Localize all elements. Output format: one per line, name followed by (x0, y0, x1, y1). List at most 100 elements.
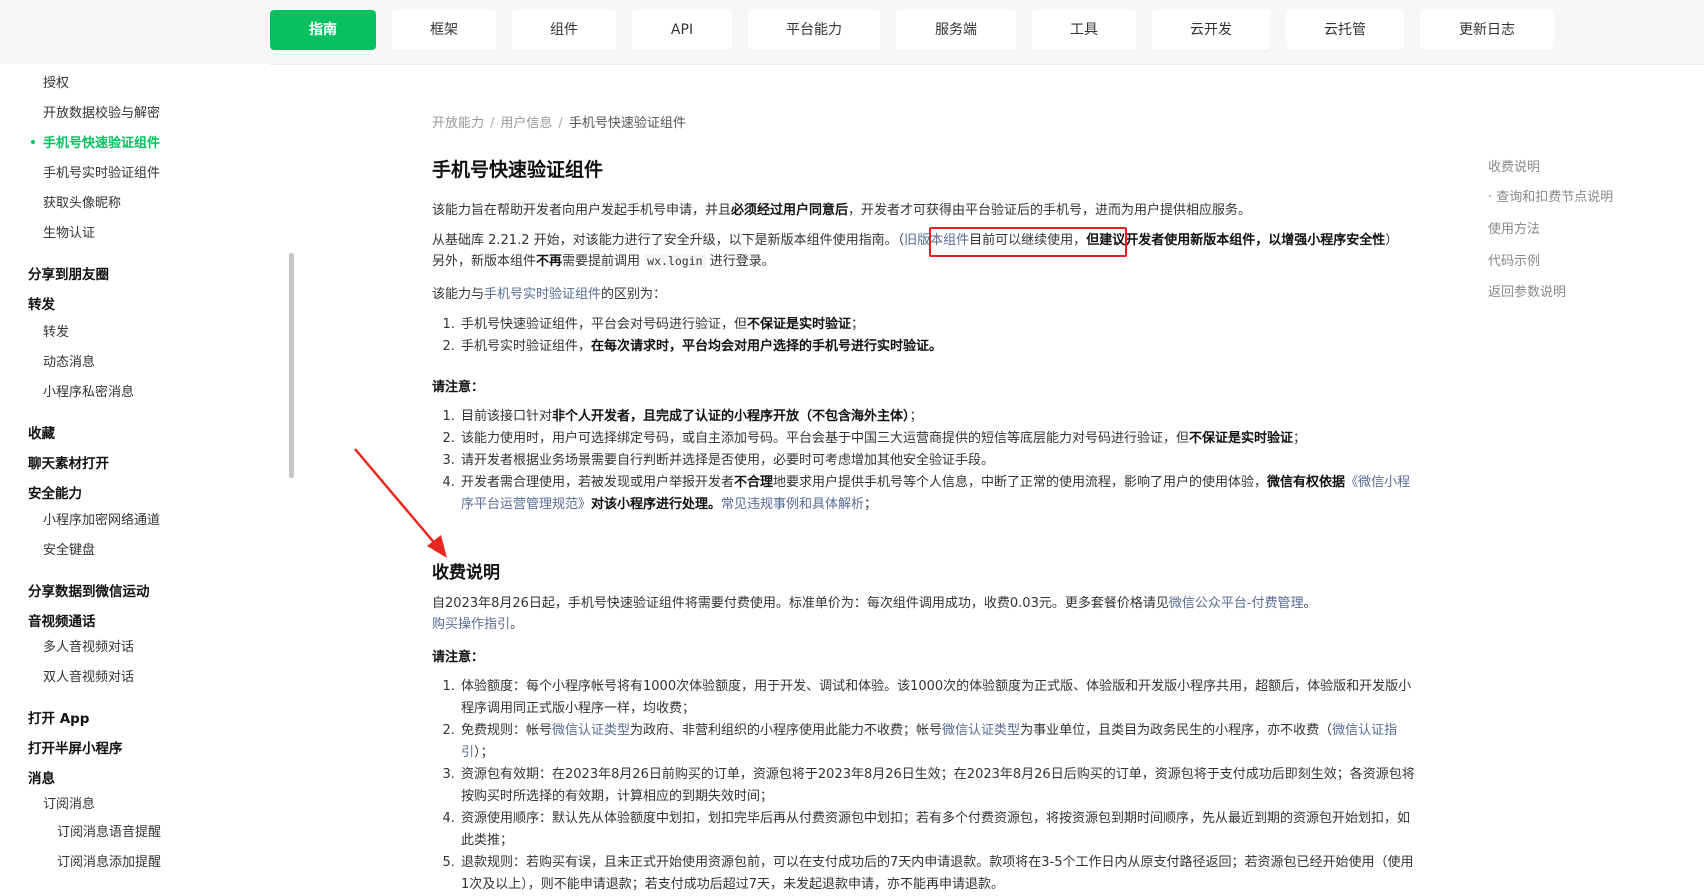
list-item: 请开发者根据业务场景需要自行判断并选择是否使用，必要时可考虑增加其他安全验证手段… (459, 450, 1419, 472)
breadcrumb-separator: / (558, 116, 563, 131)
sidebar-item-chat-material[interactable]: 聊天素材打开 (28, 452, 109, 472)
nav-tab-guide[interactable]: 指南 (270, 10, 376, 50)
list-item: 该能力使用时，用户可选择绑定号码，或自主添加号码。平台会基于中国三大运营商提供的… (459, 428, 1419, 450)
list-item: 体验额度：每个小程序帐号将有1000次体验额度，用于开发、调试和体验。该1000… (459, 676, 1419, 720)
text: 请开发者根据业务场景需要自行判断并选择是否使用，必要时可考虑增加其他安全验证手段… (461, 453, 995, 468)
sidebar-item-phone-realtime-verify[interactable]: 手机号实时验证组件 (43, 162, 160, 181)
toc-item-code-example[interactable]: 代码示例 (1488, 250, 1540, 269)
text: 。 (510, 617, 524, 632)
toc-item-usage[interactable]: 使用方法 (1488, 218, 1540, 237)
sidebar-item-subscribe-voice[interactable]: 订阅消息语音提醒 (57, 821, 161, 840)
sidebar-item-secure-keyboard[interactable]: 安全键盘 (43, 539, 95, 558)
intro-paragraph: 该能力旨在帮助开发者向用户发起手机号申请，并且必须经过用户同意后，开发者才可获得… (432, 200, 1392, 221)
fee-section-title: 收费说明 (432, 563, 500, 583)
text: 从基础库 2.21.2 开始，对该能力进行了安全升级，以下是新版本组件使用指南。 (432, 233, 898, 248)
toc-item-return-params[interactable]: 返回参数说明 (1488, 281, 1566, 300)
text-bold: 不再 (536, 254, 563, 269)
text-bold: 非个人开发者，且完成了认证的小程序开放（不包含海外主体） (552, 409, 910, 424)
breadcrumb-current: 手机号快速验证组件 (568, 116, 686, 131)
violation-examples-link[interactable]: 常见违规事例和具体解析 (721, 497, 864, 512)
text-bold: 不保证是实时验证 (747, 317, 852, 332)
sidebar-item-avatar-nickname[interactable]: 获取头像昵称 (43, 192, 121, 211)
text: 的区别为： (601, 287, 667, 302)
sidebar-item-encrypted-channel[interactable]: 小程序加密网络通道 (43, 509, 160, 528)
text: 免费规则：帐号 (461, 723, 553, 738)
text-bold: 不保证是实时验证 (1189, 431, 1294, 446)
nav-tab-framework[interactable]: 框架 (392, 10, 496, 50)
text-bold: 必须经过用户同意后 (731, 203, 849, 218)
sidebar-item-authorize[interactable]: 授权 (43, 72, 69, 91)
breadcrumb-link[interactable]: 用户信息 (500, 116, 552, 131)
sidebar-scrollbar[interactable] (289, 253, 294, 478)
text-bold: 在每次请求时，平台均会对用户选择的手机号进行实时验证。 (591, 339, 943, 354)
sidebar-item-security[interactable]: 安全能力 (28, 482, 82, 502)
text: 退款规则：若购买有误，且未正式开始使用资源包前，可以在支付成功后的7天内申请退款… (461, 855, 1414, 892)
list-item: 开发者需合理使用，若被发现或用户举报开发者不合理地要求用户提供手机号等个人信息，… (459, 472, 1419, 516)
payment-management-link[interactable]: 微信公众平台-付费管理 (1169, 596, 1304, 611)
sidebar-item-werun[interactable]: 分享数据到微信运动 (28, 580, 150, 600)
breadcrumb-link[interactable]: 开放能力 (432, 116, 484, 131)
toc-item-fee-nodes[interactable]: · 查询和扣费节点说明 (1488, 186, 1613, 205)
nav-tab-changelog[interactable]: 更新日志 (1420, 10, 1554, 50)
active-dot-icon (31, 140, 35, 144)
sidebar-item-favorites[interactable]: 收藏 (28, 422, 55, 442)
text-bold: 不合理 (734, 475, 774, 490)
text: 为事业单位，且类目为政务民生的小程序，亦不收费（ (1020, 723, 1333, 738)
nav-tab-components[interactable]: 组件 (512, 10, 616, 50)
nav-tab-server[interactable]: 服务端 (896, 10, 1016, 50)
list-item: 免费规则：帐号微信认证类型为政府、非营利组织的小程序使用此能力不收费；帐号微信认… (459, 720, 1419, 764)
text: 资源包有效期：在2023年8月26日前购买的订单，资源包将于2023年8月26日… (461, 767, 1415, 804)
sidebar-item-data-verify[interactable]: 开放数据校验与解密 (43, 102, 160, 121)
list-item: 目前该接口针对非个人开发者，且完成了认证的小程序开放（不包含海外主体）； (459, 406, 1419, 428)
sidebar-item-duo-av[interactable]: 双人音视频对话 (43, 666, 134, 685)
text-bold: 对该小程序进行处理。 (591, 497, 722, 512)
top-navigation-bar: 指南 框架 组件 API 平台能力 服务端 工具 云开发 云托管 更新日志 (0, 0, 1704, 65)
sidebar-item-private-message[interactable]: 小程序私密消息 (43, 381, 134, 400)
nav-tab-platform-capabilities[interactable]: 平台能力 (748, 10, 880, 50)
highlight-box (929, 227, 1127, 257)
text: 该能力旨在帮助开发者向用户发起手机号申请，并且 (432, 203, 732, 218)
text: ； (1293, 431, 1307, 446)
sidebar-item-share-moments[interactable]: 分享到朋友圈 (28, 263, 109, 283)
sidebar-item-subscribe-message[interactable]: 订阅消息 (43, 793, 95, 812)
certification-type-link[interactable]: 微信认证类型 (552, 723, 630, 738)
text: 资源使用顺序：默认先从体验额度中划扣，划扣完毕后再从付费资源包中划扣；若有多个付… (461, 811, 1411, 848)
text-bold: 微信有权依据 (1267, 475, 1346, 490)
sidebar-item-half-screen[interactable]: 打开半屏小程序 (28, 737, 123, 757)
sidebar-item-biometric[interactable]: 生物认证 (43, 222, 95, 241)
nav-tab-cloud-dev[interactable]: 云开发 (1152, 10, 1270, 50)
breadcrumb: 开放能力 / 用户信息 / 手机号快速验证组件 (432, 112, 686, 131)
nav-tab-cloud-hosting[interactable]: 云托管 (1286, 10, 1404, 50)
toc-item-fee[interactable]: 收费说明 (1488, 156, 1540, 175)
sidebar-item-message[interactable]: 消息 (28, 767, 55, 787)
purchase-guide-link[interactable]: 购买操作指引 (432, 617, 510, 632)
realtime-verify-link[interactable]: 手机号实时验证组件 (484, 287, 601, 302)
text: 为政府、非营利组织的小程序使用此能力不收费；帐号 (630, 723, 943, 738)
page-title: 手机号快速验证组件 (432, 159, 604, 181)
text: 自2023年8月26日起，手机号快速验证组件将需要付费使用。标准单价为：每次组件… (432, 596, 1169, 611)
text: ； (864, 497, 878, 512)
sidebar-item-open-app[interactable]: 打开 App (28, 707, 89, 727)
sidebar: 授权 开放数据校验与解密 手机号快速验证组件 手机号实时验证组件 获取头像昵称 … (0, 64, 270, 891)
sidebar-item-forward-group[interactable]: 转发 (28, 293, 55, 313)
nav-tab-api[interactable]: API (632, 10, 732, 50)
sidebar-item-subscribe-reminder[interactable]: 订阅消息添加提醒 (57, 851, 161, 870)
list-item: 手机号快速验证组件，平台会对号码进行验证，但不保证是实时验证； (459, 314, 1419, 336)
sidebar-item-forward[interactable]: 转发 (43, 321, 69, 340)
text: 该能力与 (432, 287, 485, 302)
arrow-shaft (354, 448, 438, 547)
list-item: 资源使用顺序：默认先从体验额度中划扣，划扣完毕后再从付费资源包中划扣；若有多个付… (459, 808, 1419, 852)
certification-type-link[interactable]: 微信认证类型 (942, 723, 1020, 738)
fee-note-heading: 请注意： (432, 650, 485, 665)
nav-tab-tools[interactable]: 工具 (1032, 10, 1136, 50)
text: ，开发者才可获得由平台验证后的手机号，进而为用户提供相应服务。 (848, 203, 1252, 218)
sidebar-item-av-call[interactable]: 音视频通话 (28, 610, 96, 630)
text: ； (851, 317, 865, 332)
diff-list: 手机号快速验证组件，平台会对号码进行验证，但不保证是实时验证； 手机号实时验证组… (432, 314, 1419, 358)
sidebar-item-dynamic-message[interactable]: 动态消息 (43, 351, 95, 370)
sidebar-item-multi-av[interactable]: 多人音视频对话 (43, 636, 134, 655)
text: 开发者需合理使用，若被发现或用户举报开发者 (461, 475, 735, 490)
main-content: 开放能力 / 用户信息 / 手机号快速验证组件 手机号快速验证组件 该能力旨在帮助开发者… (432, 64, 1415, 892)
notes-list: 目前该接口针对非个人开发者，且完成了认证的小程序开放（不包含海外主体）； 该能力… (432, 406, 1419, 516)
sidebar-item-phone-quick-verify[interactable]: 手机号快速验证组件 (43, 132, 160, 151)
